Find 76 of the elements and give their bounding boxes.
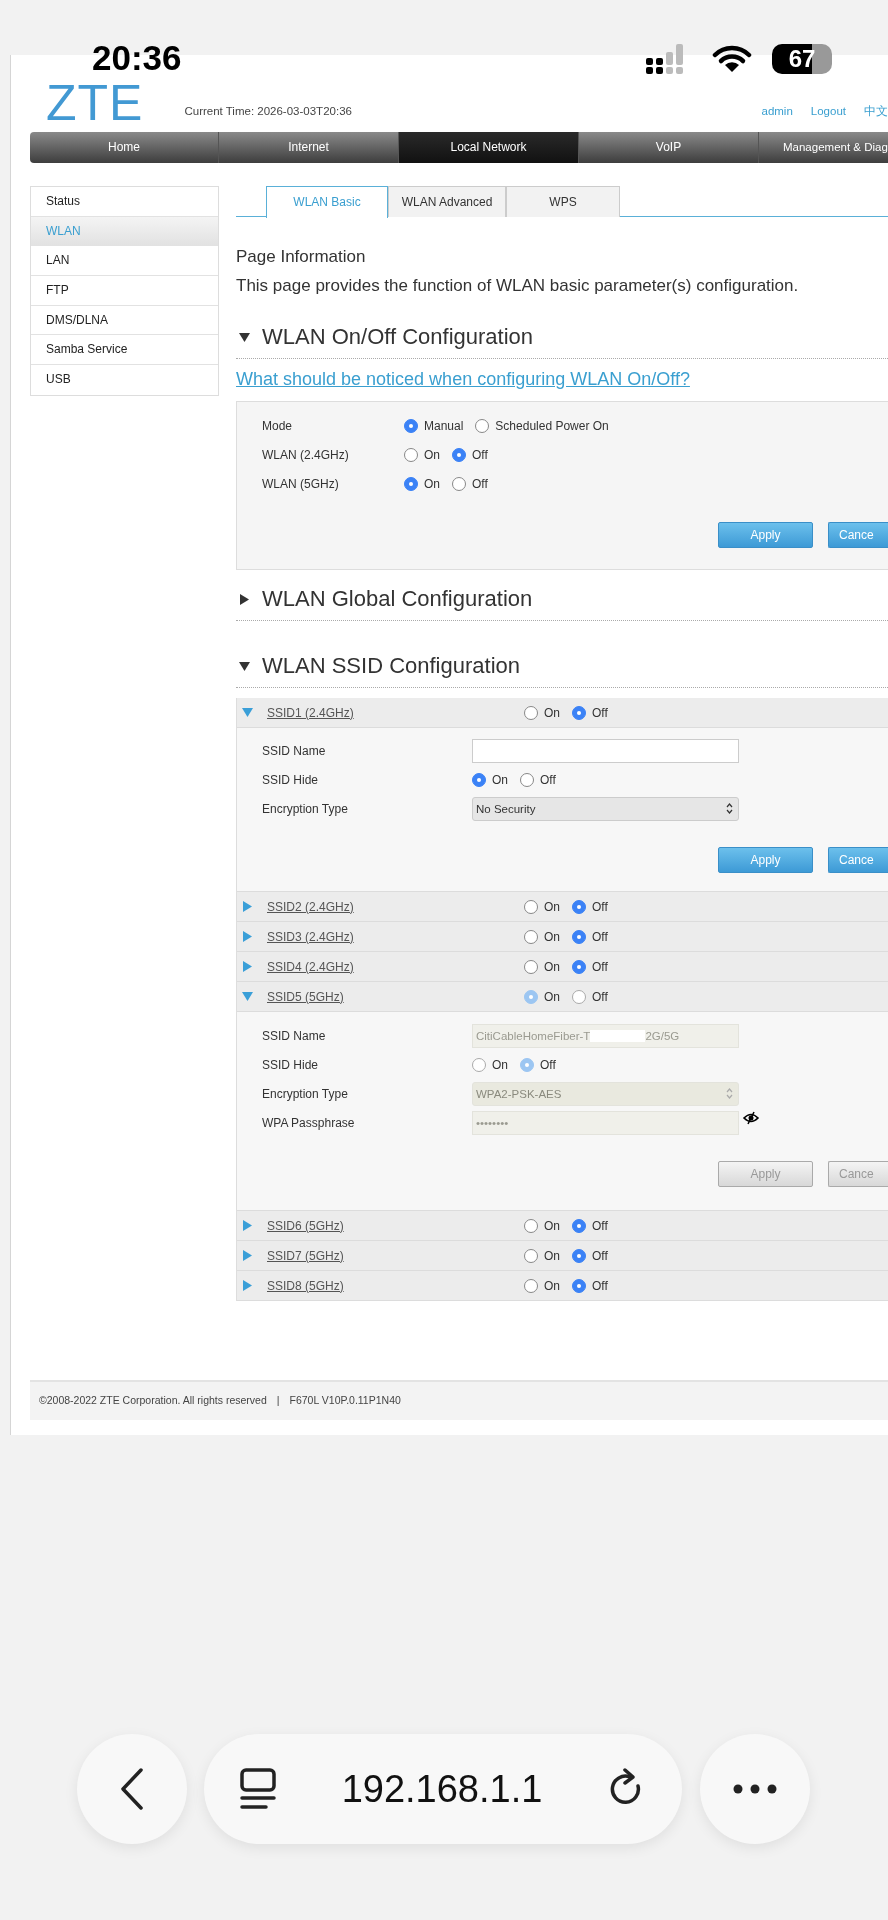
field-label: Mode xyxy=(261,417,294,435)
current-time: Current Time: 2026-03-03T20:36 xyxy=(184,103,352,119)
field-label: SSID Hide xyxy=(261,771,320,789)
nav-tab[interactable]: VoIP xyxy=(579,132,759,163)
radio-button[interactable]: Off xyxy=(572,1216,608,1235)
radio-button[interactable]: On xyxy=(472,770,508,789)
radio-button[interactable]: On xyxy=(404,445,440,464)
ssid-link[interactable]: SSID4 (2.4GHz) xyxy=(263,957,524,976)
section-heading: WLAN SSID Configuration xyxy=(262,652,520,680)
clock-time: 20:36 xyxy=(92,38,182,78)
radio-button[interactable]: On xyxy=(524,703,560,722)
chevron-icon xyxy=(726,1088,733,1099)
ssid-link[interactable]: SSID8 (5GHz) xyxy=(263,1276,524,1295)
radio-button[interactable]: Manual xyxy=(404,416,464,435)
caret-icon[interactable] xyxy=(239,593,250,605)
nav-tab[interactable]: Local Network xyxy=(399,132,579,163)
separator: | xyxy=(276,1393,280,1409)
radio-button[interactable]: On xyxy=(524,927,560,946)
back-icon xyxy=(119,1767,145,1811)
radio-button[interactable]: Off xyxy=(572,1246,608,1265)
radio-button[interactable]: On xyxy=(524,1276,560,1295)
field-label: SSID Hide xyxy=(261,1056,320,1074)
radio-button[interactable]: Off xyxy=(572,1276,608,1295)
ssid-link[interactable]: SSID2 (2.4GHz) xyxy=(263,897,524,916)
radio-button[interactable]: Off xyxy=(452,474,488,493)
radio-button[interactable]: On xyxy=(524,1246,560,1265)
caret-icon[interactable] xyxy=(239,331,250,343)
sidebar-item[interactable]: USB xyxy=(31,365,218,395)
signal-icon xyxy=(646,44,686,74)
address-bar[interactable]: 192.168.1.1 xyxy=(204,1734,682,1844)
field-label: WPA Passphrase xyxy=(261,1114,356,1132)
version-text: F670L V10P.0.11P1N40 xyxy=(289,1393,401,1409)
page-info-title: Page Information xyxy=(236,246,367,268)
field-label: SSID Name xyxy=(261,742,327,760)
radio-button[interactable]: Off xyxy=(452,445,488,464)
radio-button[interactable]: Off xyxy=(572,897,608,916)
wifi-icon xyxy=(712,44,752,74)
reader-icon[interactable] xyxy=(240,1768,276,1810)
section-heading: WLAN Global Configuration xyxy=(262,585,533,613)
radio-button[interactable]: On xyxy=(524,897,560,916)
radio-button[interactable]: Off xyxy=(572,927,608,946)
ssid-link[interactable]: SSID3 (2.4GHz) xyxy=(263,927,524,946)
caret-icon[interactable] xyxy=(239,660,250,672)
field-label: Encryption Type xyxy=(261,1085,349,1103)
sidebar-item[interactable]: FTP xyxy=(31,276,218,306)
more-icon xyxy=(733,1784,777,1794)
nav-tab[interactable]: Management & Diag xyxy=(759,132,888,163)
radio-button[interactable]: Scheduled Power On xyxy=(475,416,609,435)
field-label: Encryption Type xyxy=(261,800,349,818)
radio-button[interactable]: On xyxy=(404,474,440,493)
copyright-text: ©2008-2022 ZTE Corporation. All rights reserved xyxy=(39,1393,267,1409)
ssid-link[interactable]: SSID6 (5GHz) xyxy=(263,1216,524,1235)
select-field[interactable]: No Security xyxy=(472,796,739,821)
input-field[interactable] xyxy=(472,738,739,763)
radio-button[interactable]: Off xyxy=(572,957,608,976)
sidebar-item[interactable]: DMS/DLNA xyxy=(31,305,218,336)
tab[interactable]: WLAN Advanced xyxy=(388,186,506,217)
section-heading: WLAN On/Off Configuration xyxy=(262,323,534,351)
sidebar-item[interactable]: Status xyxy=(31,187,218,217)
field-label: SSID Name xyxy=(261,1027,327,1045)
tab[interactable]: WPS xyxy=(506,186,620,217)
radio-button[interactable]: Off xyxy=(572,703,608,722)
sidebar-item[interactable]: LAN xyxy=(31,246,218,277)
nav-tab[interactable]: Home xyxy=(30,132,219,163)
sidebar-item[interactable]: Samba Service xyxy=(31,335,218,366)
eye-slash-icon[interactable] xyxy=(743,1110,759,1125)
ssid-link[interactable]: SSID7 (5GHz) xyxy=(263,1246,524,1265)
radio-button[interactable]: Off xyxy=(520,770,556,789)
ssid-link[interactable]: SSID1 (2.4GHz) xyxy=(263,703,524,722)
chevron-icon xyxy=(726,803,733,814)
radio-button[interactable]: On xyxy=(524,957,560,976)
logo: ZTE xyxy=(46,83,144,123)
radio-button[interactable]: On xyxy=(524,1216,560,1235)
field-label: WLAN (5GHz) xyxy=(261,475,340,493)
field-label: WLAN (2.4GHz) xyxy=(261,446,350,464)
page-description: This page provides the function of WLAN basic parameter(s) configuration. xyxy=(236,275,800,297)
